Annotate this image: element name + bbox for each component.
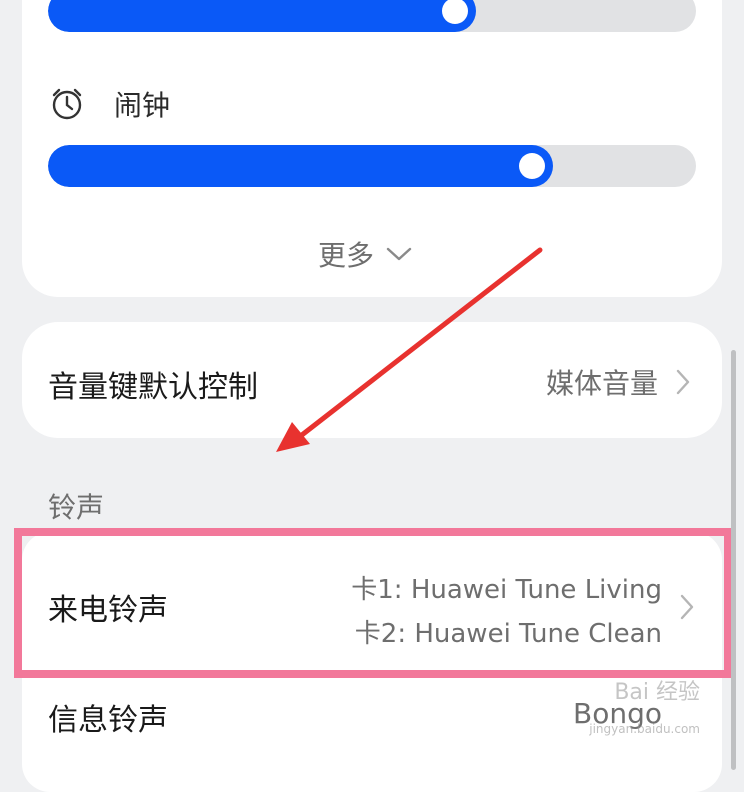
annotation-arrow [276, 247, 543, 452]
watermark-url: jingyan.baidu.com [589, 722, 700, 736]
watermark-logo: Bai 经验 [614, 680, 700, 705]
scrollbar[interactable] [731, 350, 736, 770]
